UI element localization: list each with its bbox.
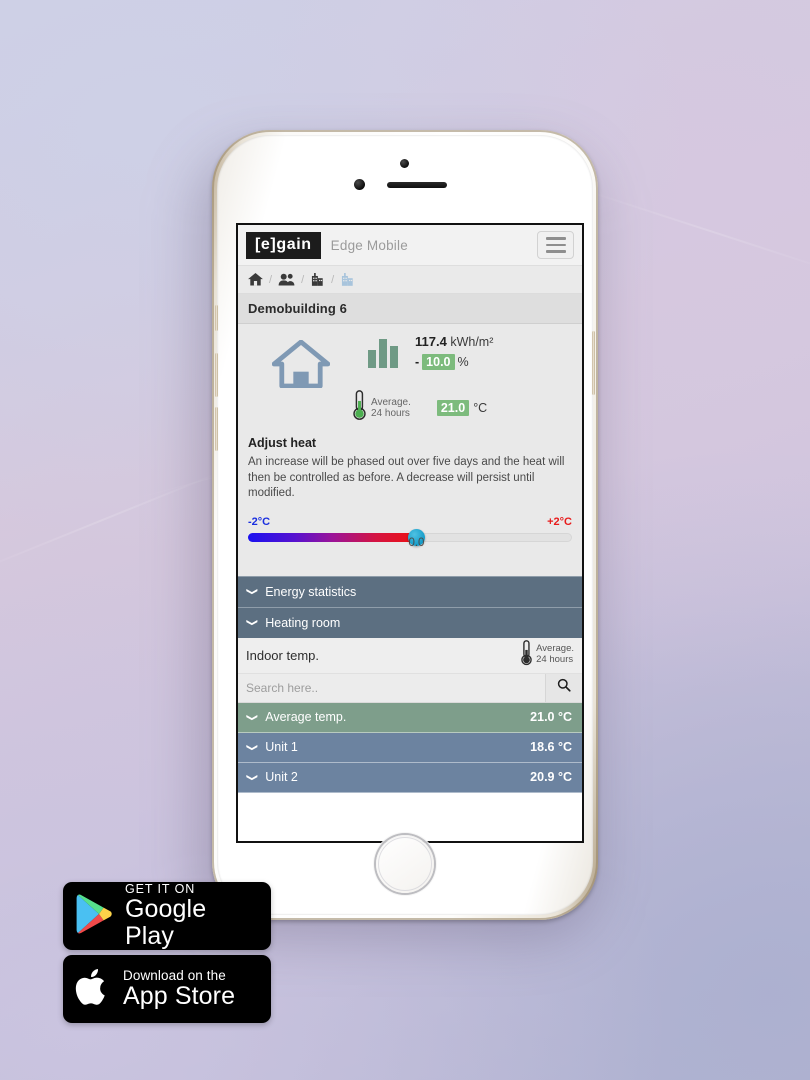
- breadcrumb-building-icon-active[interactable]: [340, 273, 355, 286]
- energy-unit: kWh/m²: [450, 335, 494, 349]
- google-play-badge[interactable]: GET IT ON Google Play: [63, 882, 271, 950]
- page-background: [e]gain Edge Mobile / / / Demobuilding 6…: [0, 0, 810, 1080]
- hamburger-line: [545, 250, 566, 253]
- average-label-line1: Average.: [371, 396, 411, 408]
- row-value: 18.6 °C: [530, 740, 572, 755]
- front-camera-icon: [400, 159, 409, 168]
- egain-logo: [e]gain: [246, 231, 321, 259]
- badge-big-text: App Store: [123, 981, 236, 1010]
- thermometer-icon: [353, 390, 366, 426]
- chevron-down-icon: ❯: [246, 773, 259, 781]
- proximity-sensor-icon: [354, 179, 365, 190]
- badge-small-text: Download on the: [123, 967, 226, 983]
- earpiece-speaker: [387, 182, 447, 188]
- phone-screen: [e]gain Edge Mobile / / / Demobuilding 6…: [236, 223, 584, 843]
- power-button[interactable]: [592, 331, 595, 395]
- page-title-bar: Demobuilding 6: [238, 294, 582, 324]
- app-title: Edge Mobile: [330, 237, 408, 253]
- indoor-temp-value: 21.0: [436, 400, 470, 416]
- hamburger-menu-icon[interactable]: [537, 231, 574, 259]
- app-header: [e]gain Edge Mobile: [238, 225, 582, 266]
- slider-value: 0.0: [408, 536, 425, 549]
- adjust-heat-title: Adjust heat: [248, 436, 317, 450]
- average-label: Average. 24 hours: [371, 397, 411, 420]
- slider-min-label: -2°C: [248, 515, 271, 528]
- page-title: Demobuilding 6: [248, 301, 347, 316]
- chevron-down-icon: ❯: [246, 713, 259, 721]
- breadcrumb-users-group-icon[interactable]: [278, 273, 295, 286]
- energy-value: 117.4: [415, 334, 447, 349]
- house-icon: [248, 332, 353, 388]
- average-label: Average. 24 hours: [536, 643, 574, 666]
- accordion-label: Energy statistics: [265, 584, 357, 599]
- phone-bezel: [e]gain Edge Mobile / / / Demobuilding 6…: [215, 135, 595, 915]
- change-value: 10.0: [422, 354, 455, 370]
- chevron-down-icon: ❯: [246, 743, 259, 751]
- accordion-energy-statistics[interactable]: ❯ Energy statistics: [238, 575, 582, 607]
- thermometer-icon: [521, 639, 532, 671]
- row-label: Average temp.: [265, 710, 347, 725]
- google-play-icon: [75, 893, 113, 940]
- mute-switch[interactable]: [215, 305, 218, 331]
- search-row: [238, 673, 582, 703]
- search-button[interactable]: [545, 673, 582, 702]
- volume-down-button[interactable]: [215, 407, 218, 451]
- breadcrumb-separator: /: [269, 273, 273, 286]
- breadcrumb-separator: /: [331, 273, 335, 286]
- search-icon: [557, 678, 571, 697]
- table-row[interactable]: ❯ Average temp. 21.0 °C: [238, 702, 582, 733]
- row-label: Unit 2: [265, 770, 298, 785]
- indoor-temp-header: Indoor temp. Average. 24 hours: [238, 637, 582, 674]
- app-store-badge[interactable]: Download on the App Store: [63, 955, 271, 1023]
- change-unit: %: [457, 355, 469, 369]
- bar-chart-icon: [353, 332, 415, 368]
- hamburger-line: [545, 243, 566, 247]
- accordion-label: Heating room: [265, 615, 341, 630]
- row-value: 20.9 °C: [530, 770, 572, 785]
- background-streak: [567, 183, 810, 279]
- phone-device: [e]gain Edge Mobile / / / Demobuilding 6…: [212, 130, 598, 920]
- accordion-heating-room[interactable]: ❯ Heating room: [238, 606, 582, 638]
- home-button[interactable]: [376, 835, 434, 893]
- adjust-heat-section: Adjust heat An increase will be phased o…: [238, 432, 582, 576]
- row-value: 21.0 °C: [530, 710, 572, 725]
- indoor-temp-title: Indoor temp.: [246, 647, 319, 663]
- breadcrumb: / / /: [238, 266, 582, 294]
- hamburger-line: [545, 237, 566, 240]
- volume-up-button[interactable]: [215, 353, 218, 397]
- breadcrumb-building-icon[interactable]: [310, 273, 325, 286]
- table-row[interactable]: ❯ Unit 2 20.9 °C: [238, 762, 582, 793]
- table-row[interactable]: ❯ Unit 1 18.6 °C: [238, 732, 582, 763]
- average-label-line2: 24 hours: [371, 408, 410, 419]
- chevron-down-icon: ❯: [246, 587, 259, 596]
- breadcrumb-separator: /: [301, 273, 305, 286]
- breadcrumb-home-icon[interactable]: [248, 273, 263, 286]
- average-label-line2: 24 hours: [536, 654, 574, 666]
- row-label: Unit 1: [265, 740, 298, 755]
- search-input[interactable]: [238, 673, 545, 702]
- apple-logo-icon: [75, 965, 111, 1014]
- change-sign: -: [415, 355, 420, 369]
- slider-fill: [248, 532, 417, 542]
- average-label-line1: Average.: [536, 643, 574, 655]
- chevron-down-icon: ❯: [246, 618, 259, 627]
- badge-big-text: Google Play: [125, 895, 207, 950]
- indoor-temp-unit: °C: [473, 401, 488, 415]
- building-summary-card: 117.4 kWh/m² - 10.0 % Average. 24 hours …: [238, 324, 582, 432]
- adjust-heat-description: An increase will be phased out over five…: [248, 456, 565, 500]
- slider-max-label: +2°C: [547, 515, 572, 528]
